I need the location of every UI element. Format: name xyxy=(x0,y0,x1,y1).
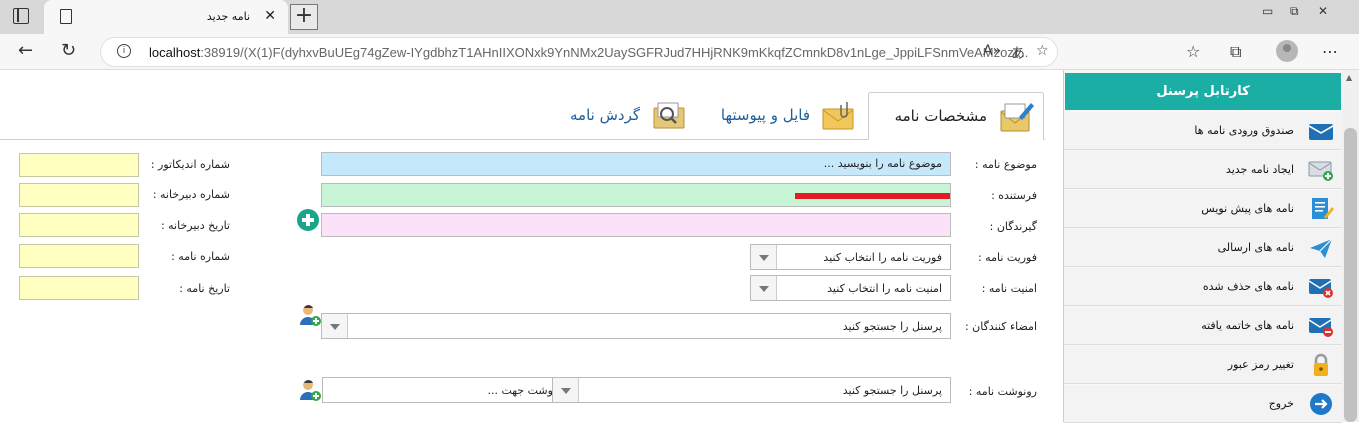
signers-select[interactable]: پرسنل را جستجو کنید xyxy=(321,313,951,339)
chevron-down-icon[interactable] xyxy=(553,378,579,402)
scroll-up-icon[interactable]: ▲ xyxy=(1346,73,1352,82)
tab-letter-flow[interactable]: گردش نامه xyxy=(540,92,696,140)
recipients-label: گیرندگان : xyxy=(989,220,1037,233)
sidebar-item-label: ایجاد نامه جدید xyxy=(1225,163,1294,176)
page-icon xyxy=(60,9,72,24)
tab-letter-details[interactable]: مشخصات نامه xyxy=(868,92,1044,140)
tab-title: نامه جدید xyxy=(206,10,250,23)
new-letter-icon xyxy=(1308,161,1333,181)
redaction-bar xyxy=(795,193,950,199)
browser-tab[interactable]: نامه جدید ✕ xyxy=(44,0,288,34)
add-favorite-icon[interactable]: ☆ xyxy=(1036,43,1049,59)
sidebar-title: کارتابل پرسنل xyxy=(1065,73,1341,110)
sidebar-item-label: نامه های حذف شده xyxy=(1202,280,1294,293)
favorites-icon[interactable]: ☆ xyxy=(1186,42,1200,61)
sidebar-item-sent[interactable]: نامه های ارسالی xyxy=(1064,229,1342,267)
sidebar-item-label: صندوق ورودی نامه ها xyxy=(1194,124,1294,137)
letter-edit-icon xyxy=(1000,103,1034,132)
sidebar-item-finished[interactable]: نامه های خاتمه یافته xyxy=(1064,307,1342,345)
subject-input[interactable]: موضوع نامه را بنویسید ... xyxy=(321,152,951,176)
security-value: امنیت نامه را انتخاب کنید xyxy=(827,282,942,295)
inbox-envelope-icon xyxy=(1308,124,1334,140)
sidebar-item-label: نامه های خاتمه یافته xyxy=(1201,319,1294,332)
urgency-value: فوریت نامه را انتخاب کنید xyxy=(823,251,942,264)
signers-label: امضاء کنندگان : xyxy=(964,320,1037,333)
tab-actions-icon[interactable] xyxy=(13,8,29,24)
page-content: کارتابل پرسنل صندوق ورودی نامه ها ایجاد … xyxy=(0,70,1359,423)
restore-icon[interactable]: ⧉ xyxy=(1290,4,1299,19)
letter-search-icon xyxy=(653,102,685,129)
security-label: امنیت نامه : xyxy=(981,282,1037,295)
cc-label: رونوشت نامه : xyxy=(968,385,1037,398)
collections-icon[interactable]: ⧉ xyxy=(1230,42,1241,62)
urgency-label: فوریت نامه : xyxy=(977,251,1037,264)
more-options-icon[interactable]: ⋯ xyxy=(1322,42,1338,61)
sidebar: کارتابل پرسنل صندوق ورودی نامه ها ایجاد … xyxy=(1063,70,1342,423)
subject-label: موضوع نامه : xyxy=(974,158,1037,171)
url-field[interactable]: i localhost:38919/(X(1)F(dyhxvBuUEg74gZe… xyxy=(100,37,1058,67)
sidebar-item-drafts[interactable]: نامه های پیش نویس xyxy=(1064,190,1342,228)
sidebar-item-deleted[interactable]: نامه های حذف شده xyxy=(1064,268,1342,306)
translate-icon[interactable]: あ xyxy=(1011,43,1025,63)
tab-attachments[interactable]: فایل و پیوستها xyxy=(698,92,866,140)
indicator-label: شماره اندیکاتور : xyxy=(150,158,230,171)
sidebar-item-inbox[interactable]: صندوق ورودی نامه ها xyxy=(1064,112,1342,150)
read-aloud-icon[interactable]: A» xyxy=(983,43,1001,59)
tab-label: مشخصات نامه xyxy=(894,107,987,125)
draft-icon xyxy=(1312,198,1334,219)
browser-tab-bar: نامه جدید ✕ + ▭ ⧉ ✕ xyxy=(0,0,1359,34)
security-select[interactable]: امنیت نامه را انتخاب کنید xyxy=(750,275,951,301)
sender-label: فرستنده : xyxy=(991,189,1037,202)
site-info-icon[interactable]: i xyxy=(117,44,131,58)
attachment-envelope-icon xyxy=(822,102,854,130)
add-signer-icon[interactable] xyxy=(299,303,321,327)
sidebar-item-exit[interactable]: خروج xyxy=(1064,385,1342,423)
tab-label: گردش نامه xyxy=(570,106,640,124)
tab-label: فایل و پیوستها xyxy=(720,106,810,124)
urgency-select[interactable]: فوریت نامه را انتخاب کنید xyxy=(750,244,951,270)
secretariat-date-label: تاریخ دبیرخانه : xyxy=(160,219,230,232)
sidebar-item-label: نامه های ارسالی xyxy=(1217,241,1294,254)
cc-person-value: پرسنل را جستجو کنید xyxy=(842,384,942,397)
address-bar: ← ↻ i localhost:38919/(X(1)F(dyhxvBuUEg7… xyxy=(0,34,1359,70)
signers-value: پرسنل را جستجو کنید xyxy=(842,320,942,333)
window-close-icon[interactable]: ✕ xyxy=(1318,4,1328,18)
secretariat-number-label: شماره دبیرخانه : xyxy=(152,188,230,201)
indicator-number-field[interactable] xyxy=(19,153,139,177)
new-tab-button[interactable]: + xyxy=(290,4,318,30)
chevron-down-icon[interactable] xyxy=(751,245,777,269)
recipients-field[interactable] xyxy=(321,213,951,237)
letter-date-field[interactable] xyxy=(19,276,139,300)
cc-person-select[interactable]: پرسنل را جستجو کنید xyxy=(552,377,951,403)
add-cc-icon[interactable] xyxy=(299,378,321,402)
chevron-down-icon[interactable] xyxy=(322,314,348,338)
page-scrollbar[interactable]: ▲ xyxy=(1342,70,1359,422)
letter-number-label: شماره نامه : xyxy=(171,250,230,263)
secretariat-number-field[interactable] xyxy=(19,183,139,207)
finished-envelope-icon xyxy=(1308,318,1333,337)
letter-date-label: تاریخ نامه : xyxy=(179,282,230,295)
sent-plane-icon xyxy=(1310,238,1333,258)
reload-icon[interactable]: ↻ xyxy=(61,40,76,61)
sidebar-item-label: تغییر رمز عبور xyxy=(1227,358,1294,371)
deleted-envelope-icon xyxy=(1308,279,1333,298)
sidebar-item-label: نامه های پیش نویس xyxy=(1201,202,1294,215)
secretariat-date-field[interactable] xyxy=(19,213,139,237)
url-text: localhost:38919/(X(1)F(dyhxvBuUEg74gZew-… xyxy=(149,45,1029,60)
add-recipient-icon[interactable] xyxy=(297,209,319,231)
scroll-thumb[interactable] xyxy=(1344,128,1357,422)
lock-icon xyxy=(1314,353,1328,376)
minimize-icon[interactable]: ▭ xyxy=(1262,4,1273,18)
chevron-down-icon[interactable] xyxy=(751,276,777,300)
profile-avatar[interactable] xyxy=(1276,40,1298,62)
close-icon[interactable]: ✕ xyxy=(264,8,276,24)
sidebar-item-label: خروج xyxy=(1268,397,1294,410)
sidebar-item-change-password[interactable]: تغییر رمز عبور xyxy=(1064,346,1342,384)
back-icon[interactable]: ← xyxy=(18,40,33,61)
exit-arrow-icon xyxy=(1310,393,1332,415)
sidebar-item-new-letter[interactable]: ایجاد نامه جدید xyxy=(1064,151,1342,189)
cc-purpose-select[interactable]: رونوشت جهت ... xyxy=(322,377,576,403)
letter-number-field[interactable] xyxy=(19,244,139,268)
